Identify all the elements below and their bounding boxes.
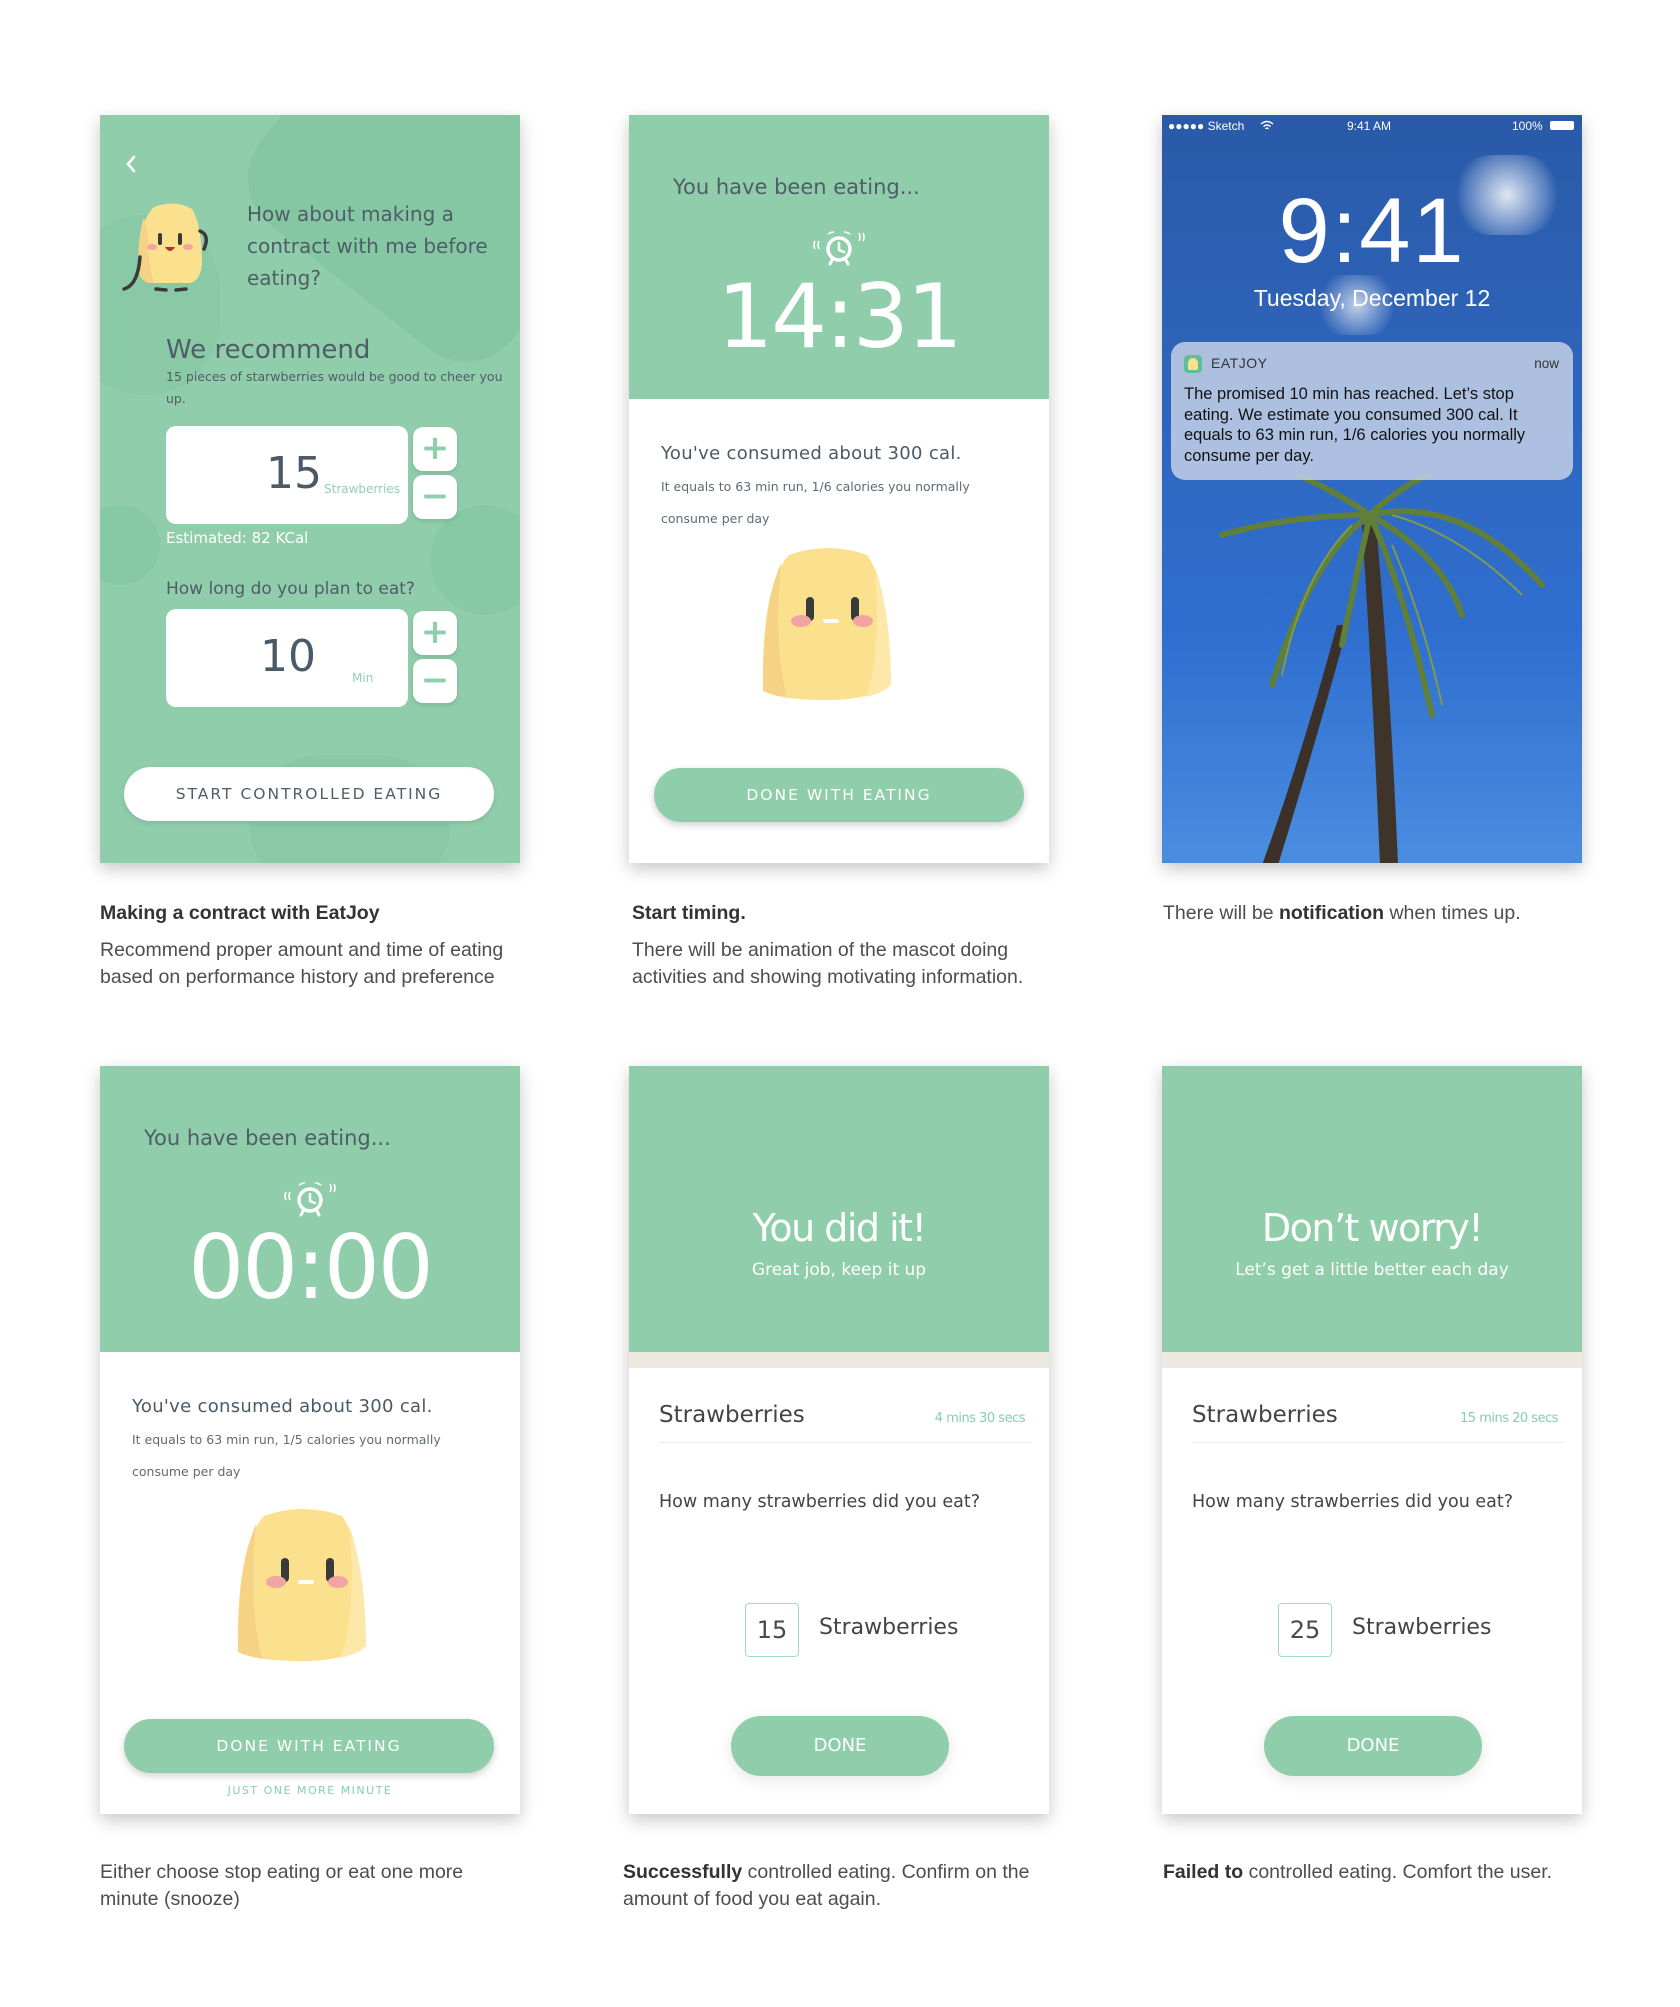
result-subtitle: Great job, keep it up: [751, 1260, 927, 1280]
recommend-title: We recommend: [166, 335, 371, 365]
duration-increment-button[interactable]: +: [413, 611, 457, 655]
caption-body: Recommend proper amount and time of eati…: [100, 939, 504, 988]
start-controlled-eating-button[interactable]: START CONTROLLED EATING: [124, 767, 494, 821]
quantity-unit: Strawberries: [819, 1615, 959, 1640]
amount-increment-button[interactable]: +: [413, 427, 457, 471]
timeup-screen: You have been eating... 00:00 You've con…: [100, 1066, 520, 1814]
notification-body: The promised 10 min has reached. Let’s s…: [1184, 385, 1526, 465]
background-shape: [100, 505, 160, 585]
caption-bold: Successfully: [623, 1861, 743, 1883]
header-divider-band: [1162, 1352, 1582, 1368]
caption-body: There will be animation of the mascot do…: [632, 939, 1024, 988]
lock-clock: 9:41: [1278, 180, 1466, 282]
success-screen: You did it! Great job, keep it up Strawb…: [629, 1066, 1049, 1814]
failure-screen: Don’t worry! Let’s get a little better e…: [1162, 1066, 1582, 1814]
duration-decrement-button[interactable]: −: [413, 659, 457, 703]
quantity-input[interactable]: 15: [745, 1603, 799, 1657]
eating-status-text: You have been eating...: [673, 175, 920, 199]
caption-bold: Failed to: [1163, 1861, 1244, 1883]
duration-unit: Min: [352, 671, 374, 685]
duration-value: 10: [260, 631, 316, 682]
consumed-calories: You've consumed about 300 cal.: [132, 1396, 433, 1417]
result-title: Don’t worry!: [1261, 1206, 1484, 1250]
background-shape: [430, 505, 520, 615]
done-button[interactable]: DONE: [731, 1716, 949, 1776]
result-subtitle: Let’s get a little better each day: [1235, 1260, 1509, 1280]
mascot-icon: [1188, 358, 1198, 370]
notification-app-name: EATJOY: [1211, 355, 1268, 371]
consumed-calories: You've consumed about 300 cal.: [661, 443, 962, 464]
chevron-left-icon: [126, 155, 136, 173]
done-button[interactable]: DONE: [1264, 1716, 1482, 1776]
caption-failure: Failed to controlled eating. Comfort the…: [1163, 1859, 1603, 1886]
wifi-icon: [1260, 120, 1274, 130]
caption-title: Start timing.: [632, 902, 746, 924]
mascot-icon: [762, 548, 891, 700]
amount-value: 15: [266, 448, 322, 499]
alarm-clock-icon: [284, 1182, 336, 1217]
divider: [659, 1442, 1031, 1443]
divider: [1192, 1442, 1564, 1443]
carrier-label: ●●●●● Sketch: [1168, 119, 1245, 133]
caption-text: controlled eating. Comfort the user.: [1243, 1861, 1553, 1883]
caption-success: Successfully controlled eating. Confirm …: [623, 1859, 1053, 1913]
timing-screen: You have been eating... 14:31 You've con…: [629, 115, 1049, 863]
recommend-subtitle: 15 pieces of starwberries would be good …: [166, 369, 503, 406]
just-one-more-minute-link[interactable]: JUST ONE MORE MINUTE: [100, 1784, 520, 1797]
caption-text: There will be: [1163, 902, 1279, 924]
back-button[interactable]: [124, 155, 140, 175]
lock-screen: ●●●●● Sketch 9:41 AM 100% 9:41 Tuesday, …: [1162, 115, 1582, 863]
amount-field[interactable]: 15 Strawberries: [166, 426, 408, 524]
quantity-unit: Strawberries: [1352, 1615, 1492, 1640]
calorie-equivalent: It equals to 63 min run, 1/5 calories yo…: [132, 1432, 441, 1479]
eating-status-text: You have been eating...: [144, 1126, 391, 1150]
notification-card[interactable]: EATJOY now The promised 10 min has reach…: [1171, 342, 1573, 480]
duration-field[interactable]: 10 Min: [166, 609, 408, 707]
estimated-calories: Estimated: 82 KCal: [166, 529, 309, 547]
result-title: You did it!: [752, 1206, 927, 1250]
eatjoy-app-icon: [1184, 355, 1202, 373]
palm-tree-image: [1219, 475, 1545, 863]
caption-contract: Making a contract with EatJoy Recommend …: [100, 900, 520, 991]
header-divider-band: [629, 1352, 1049, 1368]
caption-timing: Start timing. There will be animation of…: [632, 900, 1052, 991]
caption-timeup: Either choose stop eating or eat one mor…: [100, 1859, 520, 1913]
caption-bold: notification: [1278, 902, 1385, 924]
done-with-eating-button[interactable]: DONE WITH EATING: [124, 1719, 494, 1773]
eating-duration: 15 mins 20 secs: [1460, 1411, 1558, 1426]
status-time: 9:41 AM: [1347, 119, 1392, 133]
quantity-question: How many strawberries did you eat?: [659, 1492, 980, 1512]
notification-time: now: [1534, 356, 1559, 371]
mascot-icon: [237, 1509, 366, 1661]
amount-unit: Strawberries: [324, 482, 401, 496]
timer-display: 00:00: [188, 1216, 434, 1319]
done-with-eating-button[interactable]: DONE WITH EATING: [654, 768, 1024, 822]
amount-decrement-button[interactable]: −: [413, 475, 457, 519]
mascot-speech-text: How about making a contract with me befo…: [247, 202, 488, 290]
eating-duration: 4 mins 30 secs: [934, 1411, 1026, 1426]
mascot-waving-icon: [122, 203, 208, 292]
status-bar: ●●●●● Sketch 9:41 AM 100%: [1162, 115, 1582, 137]
battery-percent: 100%: [1512, 119, 1543, 133]
contract-screen: How about making a contract with me befo…: [100, 115, 520, 863]
alarm-clock-icon: [813, 231, 865, 266]
caption-lockscreen: There will be notification when times up…: [1163, 900, 1593, 927]
caption-text: Either choose stop eating or eat one mor…: [100, 1861, 464, 1910]
caption-title: Making a contract with EatJoy: [100, 902, 380, 924]
duration-question: How long do you plan to eat?: [166, 579, 415, 599]
calorie-equivalent: It equals to 63 min run, 1/6 calories yo…: [661, 479, 970, 526]
timer-display: 14:31: [717, 265, 963, 368]
food-name: Strawberries: [659, 1402, 805, 1428]
battery-icon: [1550, 121, 1574, 130]
quantity-input[interactable]: 25: [1278, 1603, 1332, 1657]
food-name: Strawberries: [1192, 1402, 1338, 1428]
lock-date: Tuesday, December 12: [1253, 285, 1491, 311]
quantity-question: How many strawberries did you eat?: [1192, 1492, 1513, 1512]
caption-text: when times up.: [1384, 902, 1521, 924]
